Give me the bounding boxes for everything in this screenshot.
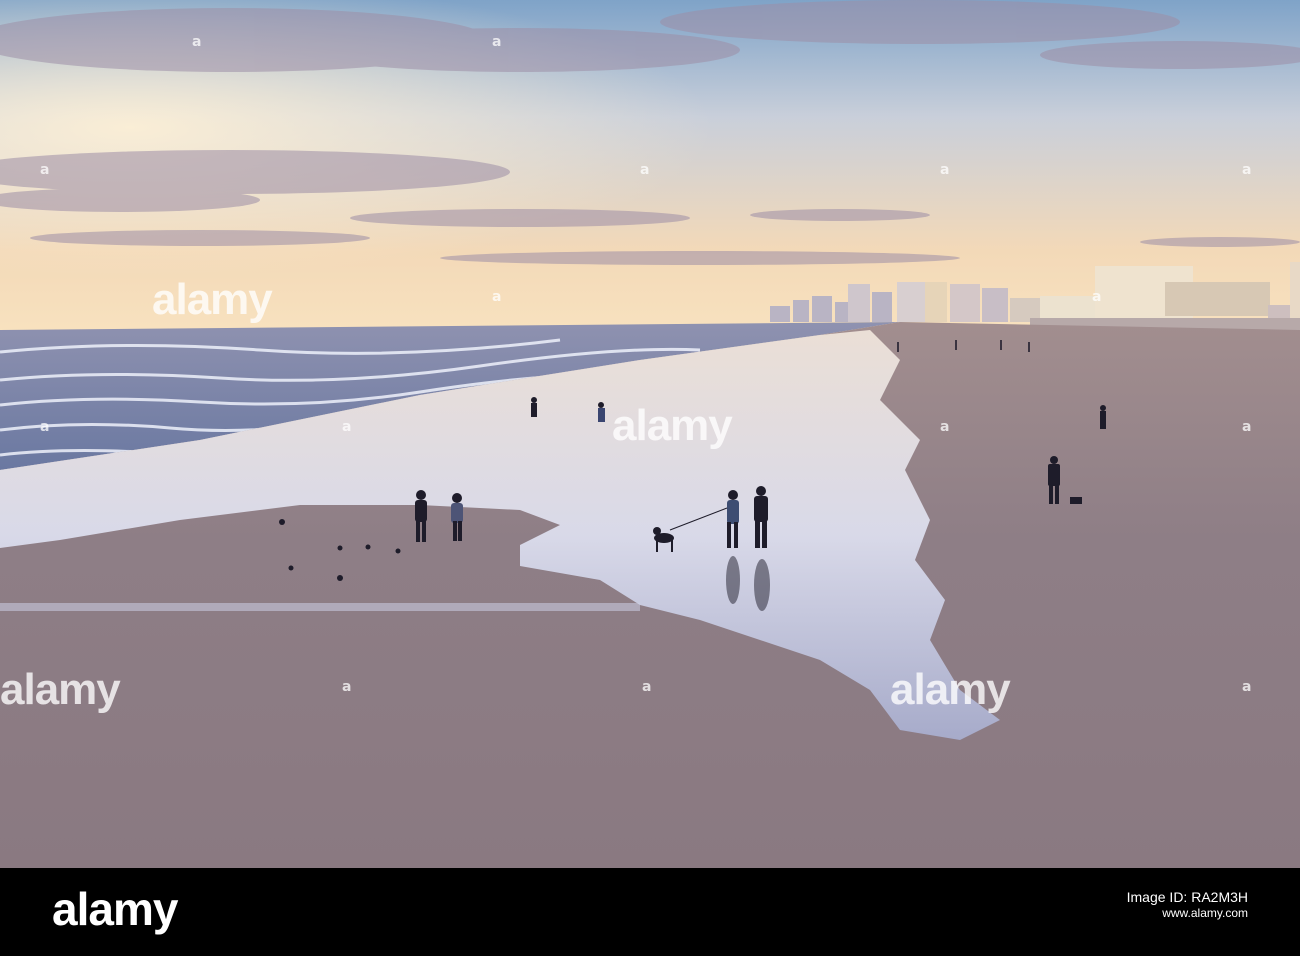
page: alamy alamy alamy alamy a a a a a a a a … xyxy=(0,0,1300,956)
site-url: www.alamy.com xyxy=(1162,906,1248,921)
alamy-logo: alamy xyxy=(52,883,178,935)
watermark-word: alamy xyxy=(890,665,1011,714)
watermark-word: alamy xyxy=(0,665,121,714)
watermark-mark: a xyxy=(492,289,502,305)
footer-bar: alamy Image ID: RA2M3H www.alamy.com xyxy=(0,868,1300,956)
watermark-word: alamy xyxy=(152,275,273,324)
watermark-mark: a xyxy=(640,162,650,178)
watermark-mark: a xyxy=(1242,419,1252,435)
watermark-mark: a xyxy=(642,679,652,695)
watermark-mark: a xyxy=(1242,679,1252,695)
watermark-mark: a xyxy=(1092,289,1102,305)
watermark-mark: a xyxy=(342,419,352,435)
watermark-mark: a xyxy=(192,34,202,50)
watermark-mark: a xyxy=(492,34,502,50)
watermark-mark: a xyxy=(40,419,50,435)
watermark-word: alamy xyxy=(612,401,733,450)
image-id: Image ID: RA2M3H xyxy=(1126,889,1248,905)
watermark-mark: a xyxy=(940,162,950,178)
watermark-mark: a xyxy=(940,419,950,435)
image-info: Image ID: RA2M3H www.alamy.com xyxy=(1127,888,1248,922)
watermark-mark: a xyxy=(342,679,352,695)
watermark-mark: a xyxy=(1242,162,1252,178)
watermark-mark: a xyxy=(40,162,50,178)
